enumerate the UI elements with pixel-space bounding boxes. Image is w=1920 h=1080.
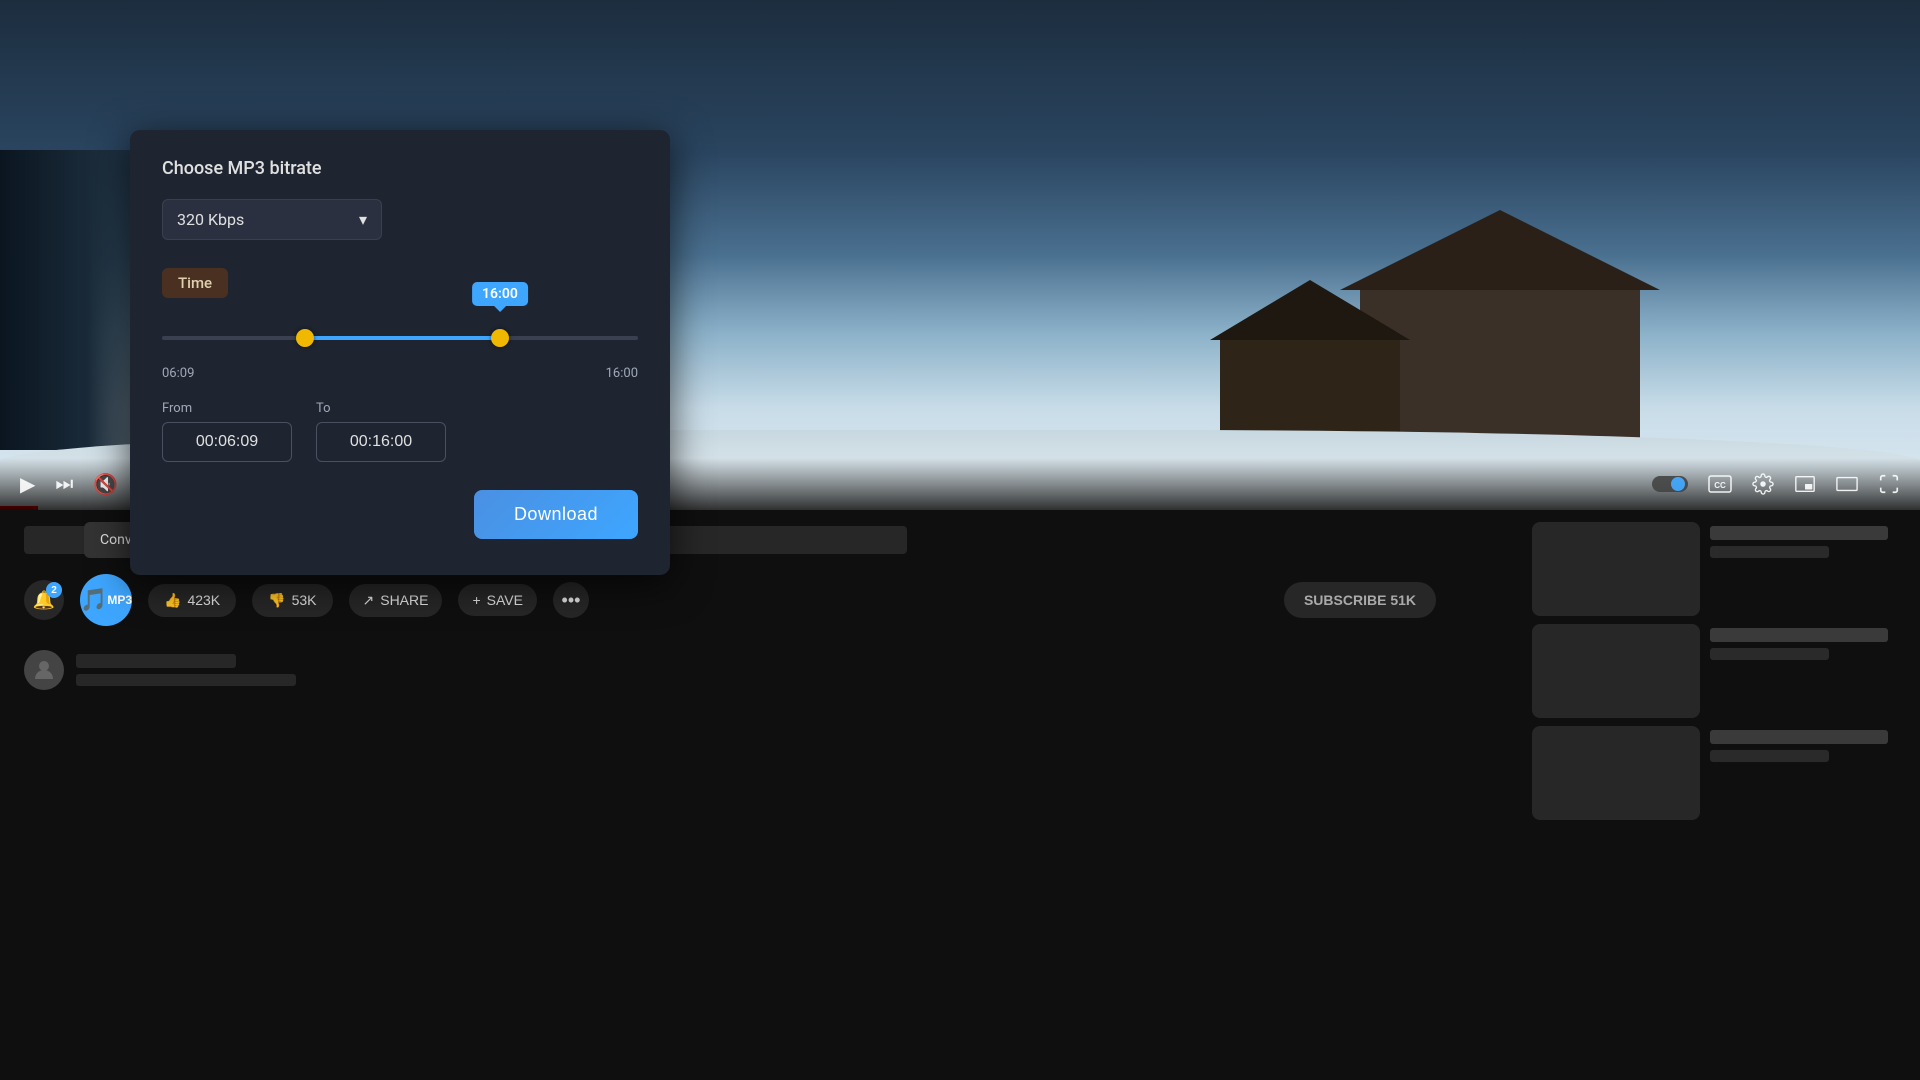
download-button[interactable]: Download <box>474 490 638 539</box>
music-icon: 🎵 <box>80 587 107 613</box>
theater-button[interactable] <box>1832 469 1862 499</box>
sidebar-item[interactable] <box>1532 624 1908 718</box>
bell-button[interactable]: 🔔 2 <box>24 580 64 620</box>
sidebar <box>1520 510 1920 1080</box>
slider-thumb-start[interactable] <box>296 329 314 347</box>
sidebar-title-bar <box>1710 730 1888 744</box>
play-button[interactable]: ▶ <box>16 468 39 501</box>
share-label: SHARE <box>380 592 428 608</box>
bitrate-dropdown[interactable]: 320 Kbps ▾ <box>162 199 382 240</box>
dislike-icon: 👎 <box>268 592 285 609</box>
action-row: 🔔 2 🎵 MP3 Convert to MP3 👍 423K 👎 53K <box>24 566 1496 634</box>
save-label: SAVE <box>487 592 523 608</box>
mute-button[interactable]: 🔇 <box>89 468 122 501</box>
person-icon <box>32 658 56 682</box>
channel-avatar[interactable] <box>24 650 64 690</box>
sidebar-item-info <box>1710 726 1908 820</box>
play-icon: ▶ <box>20 472 35 497</box>
modal-title: Choose MP3 bitrate <box>162 158 638 179</box>
sidebar-item-info <box>1710 624 1908 718</box>
sidebar-sub-bar <box>1710 750 1829 762</box>
to-time-input[interactable] <box>316 422 446 462</box>
settings-button[interactable] <box>1748 469 1778 499</box>
dislike-count: 53K <box>292 592 317 608</box>
channel-row <box>24 650 1496 690</box>
save-button[interactable]: + SAVE <box>458 584 537 616</box>
sidebar-item[interactable] <box>1532 726 1908 820</box>
save-icon: + <box>472 592 480 608</box>
slider-filled <box>305 336 500 340</box>
channel-name-placeholder <box>76 654 236 668</box>
time-range-slider[interactable]: 16:00 <box>162 318 638 358</box>
slider-tooltip: 16:00 <box>472 282 528 306</box>
barn-right-decoration <box>1360 230 1640 450</box>
slider-label-end: 16:00 <box>606 366 638 381</box>
sidebar-thumbnail <box>1532 522 1700 616</box>
download-label: Download <box>514 504 598 524</box>
to-input-group: To <box>316 401 446 462</box>
fullscreen-button[interactable] <box>1874 469 1904 499</box>
mp3-button[interactable]: 🎵 MP3 <box>80 574 132 626</box>
mp3-download-modal: Choose MP3 bitrate 320 Kbps ▾ Time 16:00… <box>130 130 670 575</box>
channel-info <box>76 654 296 686</box>
time-section-label: Time <box>162 268 228 298</box>
cc-button[interactable]: CC <box>1704 468 1736 500</box>
chevron-down-icon: ▾ <box>359 210 367 229</box>
sidebar-sub-bar <box>1710 648 1829 660</box>
like-icon: 👍 <box>164 592 181 609</box>
more-button[interactable]: ••• <box>553 582 589 618</box>
svg-text:CC: CC <box>1714 481 1726 490</box>
like-button[interactable]: 👍 423K <box>148 584 236 617</box>
miniplayer-icon <box>1794 473 1816 495</box>
share-icon: ↗ <box>363 592 375 609</box>
subscribe-button[interactable]: SUBSCRIBE 51K <box>1284 582 1436 618</box>
theater-icon <box>1836 473 1858 495</box>
miniplayer-button[interactable] <box>1790 469 1820 499</box>
sidebar-thumbnail <box>1532 624 1700 718</box>
like-count: 423K <box>187 592 220 608</box>
skip-button[interactable]: ⏭ <box>51 469 77 500</box>
sidebar-sub-bar <box>1710 546 1829 558</box>
share-button[interactable]: ↗ SHARE <box>349 584 443 617</box>
more-icon: ••• <box>562 590 581 611</box>
from-time-input[interactable] <box>162 422 292 462</box>
content-area: 🔔 2 🎵 MP3 Convert to MP3 👍 423K 👎 53K <box>0 510 1920 1080</box>
from-input-group: From <box>162 401 292 462</box>
skip-icon: ⏭ <box>55 473 73 496</box>
slider-labels: 06:09 16:00 <box>162 366 638 381</box>
time-inputs: From To <box>162 401 638 462</box>
slider-label-start: 06:09 <box>162 366 194 381</box>
right-controls: CC <box>1648 468 1904 500</box>
cc-icon: CC <box>1708 472 1732 496</box>
subscribe-label: SUBSCRIBE 51K <box>1304 592 1416 608</box>
sidebar-title-bar <box>1710 526 1888 540</box>
mp3-label: MP3 <box>107 593 132 607</box>
autoplay-toggle[interactable] <box>1648 470 1692 498</box>
bitrate-value: 320 Kbps <box>177 210 244 229</box>
sidebar-item[interactable] <box>1532 522 1908 616</box>
sidebar-item-info <box>1710 522 1908 616</box>
main-content: 🔔 2 🎵 MP3 Convert to MP3 👍 423K 👎 53K <box>0 510 1520 1080</box>
barn-small-decoration <box>1220 290 1400 450</box>
autoplay-icon <box>1652 474 1688 494</box>
sidebar-thumbnail <box>1532 726 1700 820</box>
dislike-button[interactable]: 👎 53K <box>252 584 332 617</box>
to-label: To <box>316 401 446 416</box>
gear-icon <box>1752 473 1774 495</box>
from-label: From <box>162 401 292 416</box>
bell-badge: 2 <box>46 582 62 598</box>
slider-thumb-end[interactable] <box>491 329 509 347</box>
sidebar-title-bar <box>1710 628 1888 642</box>
fullscreen-icon <box>1878 473 1900 495</box>
slider-track <box>162 336 638 340</box>
channel-sub-placeholder <box>76 674 296 686</box>
mute-icon: 🔇 <box>93 472 118 497</box>
